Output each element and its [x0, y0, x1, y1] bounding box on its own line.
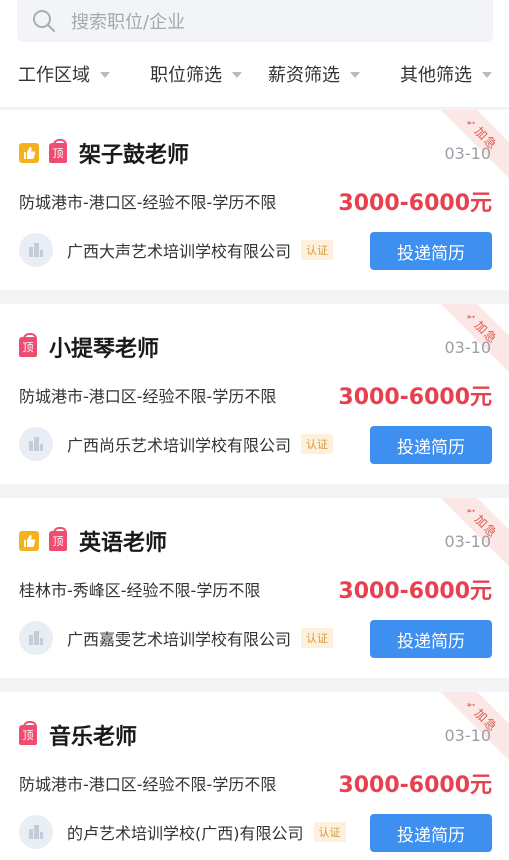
post-date: 03-10	[444, 726, 492, 745]
company-row: 广西嘉雯艺术培训学校有限公司 认证	[19, 620, 334, 656]
chevron-down-icon	[232, 72, 242, 78]
company-row: 广西大声艺术培训学校有限公司 认证	[19, 232, 334, 268]
company-name: 的卢艺术培训学校(广西)有限公司	[67, 824, 304, 843]
chevron-down-icon	[350, 72, 360, 78]
search-placeholder: 搜索职位/企业	[71, 12, 186, 33]
job-title-row: 顶 小提琴老师	[19, 332, 159, 362]
filter-area-label: 工作区域	[18, 65, 90, 86]
job-title-row: 顶 架子鼓老师	[19, 138, 189, 168]
company-name: 广西尚乐艺术培训学校有限公司	[67, 436, 292, 455]
top-badge: 顶	[49, 527, 67, 551]
filter-other-label: 其他筛选	[400, 65, 472, 86]
job-meta: 桂林市-秀峰区-经验不限-学历不限	[19, 581, 261, 600]
filter-salary[interactable]: 薪资筛选	[268, 61, 360, 87]
job-card[interactable]: ➶ 加急 顶 架子鼓老师 03-10 防城港市-港口区-经验不限-学历不限 30…	[0, 110, 509, 290]
salary: 3000-6000元	[338, 579, 492, 604]
top-bar: 搜索职位/企业 工作区域 职位筛选 薪资筛选 其他筛选	[0, 0, 509, 108]
verified-badge: 认证	[301, 628, 334, 648]
apply-button[interactable]: 投递简历	[370, 814, 492, 852]
salary: 3000-6000元	[338, 191, 492, 216]
apply-button[interactable]: 投递简历	[370, 426, 492, 464]
job-meta: 防城港市-港口区-经验不限-学历不限	[19, 193, 277, 212]
building-icon	[19, 233, 53, 267]
filter-position[interactable]: 职位筛选	[150, 61, 242, 87]
filter-position-label: 职位筛选	[150, 65, 222, 86]
verified-badge: 认证	[313, 822, 346, 842]
verified-badge: 认证	[301, 434, 334, 454]
building-icon	[19, 621, 53, 655]
thumbs-up-icon	[19, 143, 39, 163]
verified-badge: 认证	[301, 240, 334, 260]
thumbs-up-icon	[19, 531, 39, 551]
top-badge: 顶	[19, 721, 37, 745]
chevron-down-icon	[482, 72, 492, 78]
building-icon	[19, 815, 53, 849]
post-date: 03-10	[444, 338, 492, 357]
company-name: 广西大声艺术培训学校有限公司	[67, 242, 292, 261]
company-row: 的卢艺术培训学校(广西)有限公司 认证	[19, 814, 346, 850]
company-row: 广西尚乐艺术培训学校有限公司 认证	[19, 426, 334, 462]
job-card[interactable]: ➶ 加急 顶 音乐老师 03-10 防城港市-港口区-经验不限-学历不限 300…	[0, 692, 509, 860]
building-icon	[19, 427, 53, 461]
filter-other[interactable]: 其他筛选	[400, 61, 492, 87]
chevron-down-icon	[100, 72, 110, 78]
apply-button[interactable]: 投递简历	[370, 232, 492, 270]
job-meta: 防城港市-港口区-经验不限-学历不限	[19, 775, 277, 794]
job-title: 小提琴老师	[49, 337, 160, 362]
post-date: 03-10	[444, 532, 492, 551]
salary: 3000-6000元	[338, 773, 492, 798]
search-bar[interactable]: 搜索职位/企业	[17, 0, 493, 42]
job-title: 英语老师	[79, 531, 168, 556]
company-name: 广西嘉雯艺术培训学校有限公司	[67, 630, 292, 649]
post-date: 03-10	[444, 144, 492, 163]
filter-bar: 工作区域 职位筛选 薪资筛选 其他筛选	[0, 54, 509, 94]
top-badge: 顶	[19, 333, 37, 357]
job-title: 架子鼓老师	[79, 143, 190, 168]
job-title-row: 顶 音乐老师	[19, 720, 137, 750]
job-title-row: 顶 英语老师	[19, 526, 167, 556]
job-title: 音乐老师	[49, 725, 138, 750]
search-icon	[33, 10, 55, 32]
job-card[interactable]: ➶ 加急 顶 英语老师 03-10 桂林市-秀峰区-经验不限-学历不限 3000…	[0, 498, 509, 678]
top-badge: 顶	[49, 139, 67, 163]
filter-salary-label: 薪资筛选	[268, 65, 340, 86]
salary: 3000-6000元	[338, 385, 492, 410]
job-meta: 防城港市-港口区-经验不限-学历不限	[19, 387, 277, 406]
filter-area[interactable]: 工作区域	[18, 61, 110, 87]
job-card[interactable]: ➶ 加急 顶 小提琴老师 03-10 防城港市-港口区-经验不限-学历不限 30…	[0, 304, 509, 484]
apply-button[interactable]: 投递简历	[370, 620, 492, 658]
